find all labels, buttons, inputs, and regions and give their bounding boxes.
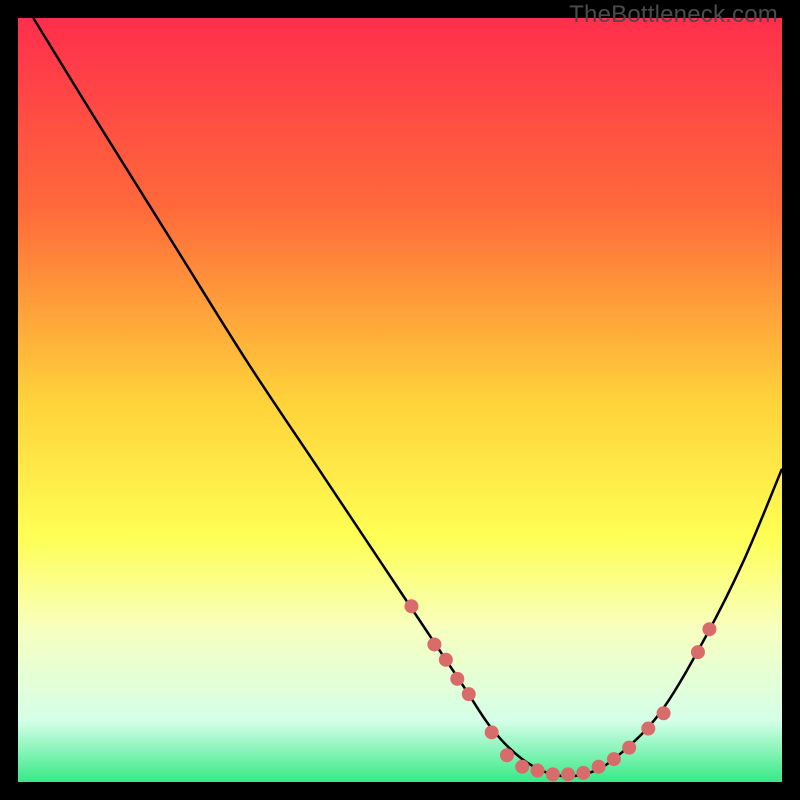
data-point xyxy=(485,725,499,739)
data-point xyxy=(546,767,560,781)
data-point xyxy=(404,599,418,613)
data-point xyxy=(531,764,545,778)
data-point xyxy=(450,672,464,686)
watermark-text: TheBottleneck.com xyxy=(569,1,778,29)
data-point xyxy=(641,722,655,736)
gradient-background xyxy=(18,18,782,782)
data-point xyxy=(439,653,453,667)
data-point xyxy=(622,741,636,755)
data-point xyxy=(500,748,514,762)
data-point xyxy=(427,637,441,651)
data-point xyxy=(702,622,716,636)
data-point xyxy=(691,645,705,659)
data-point xyxy=(515,760,529,774)
data-point xyxy=(462,687,476,701)
data-point xyxy=(561,767,575,781)
data-point xyxy=(592,760,606,774)
data-point xyxy=(607,752,621,766)
data-point xyxy=(576,766,590,780)
chart-frame xyxy=(18,18,782,782)
data-point xyxy=(657,706,671,720)
bottleneck-chart xyxy=(18,18,782,782)
